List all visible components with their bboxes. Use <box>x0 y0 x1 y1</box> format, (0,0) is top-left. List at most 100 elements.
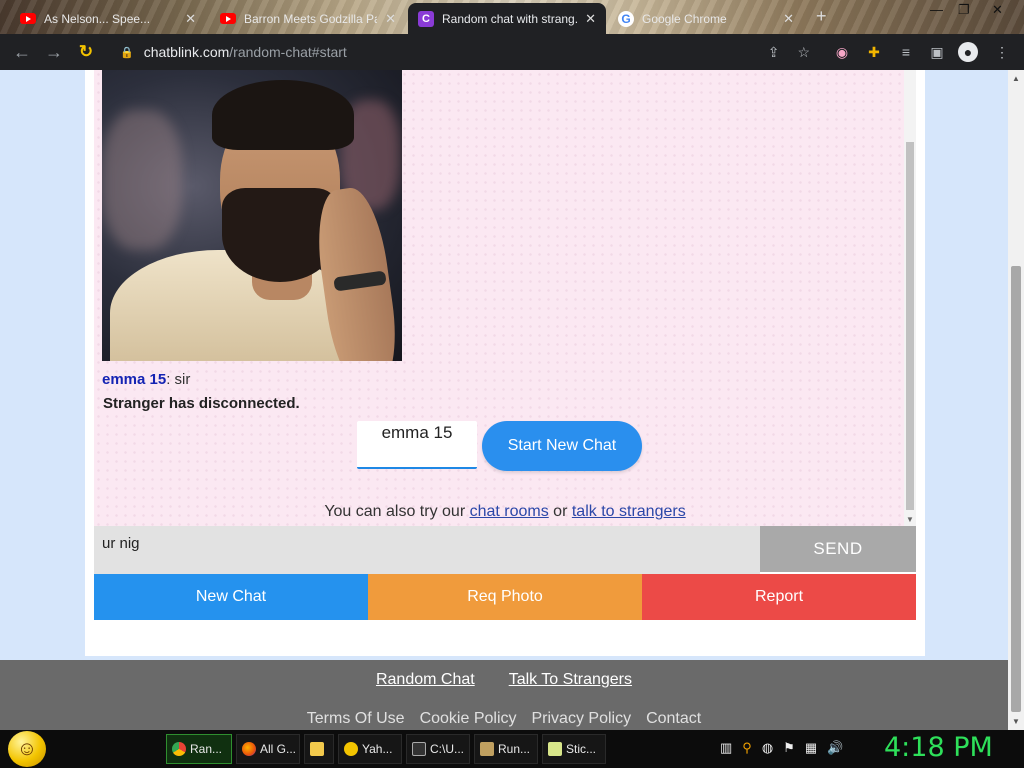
send-button[interactable]: SEND <box>760 526 916 572</box>
system-message: Stranger has disconnected. <box>103 395 300 412</box>
taskbar-clock[interactable]: 4:18 PM <box>884 732 993 763</box>
footer-link-talk-to-strangers[interactable]: Talk To Strangers <box>509 671 632 689</box>
chat-rooms-link[interactable]: chat rooms <box>470 503 549 520</box>
chat-scrollbar[interactable]: ▼ <box>904 70 916 526</box>
network-icon[interactable]: ▦ <box>805 740 817 756</box>
request-photo-button[interactable]: Req Photo <box>368 574 642 620</box>
volume-icon[interactable]: 🔊 <box>827 740 843 756</box>
forward-icon[interactable]: → <box>38 36 70 68</box>
extensions-puzzle-icon[interactable]: ✚ <box>864 42 884 62</box>
tab-random-chat[interactable]: C Random chat with strang... ✕ <box>408 3 606 34</box>
photo-bg-person <box>102 110 182 250</box>
sticky-notes-icon <box>548 742 562 756</box>
youtube-icon <box>20 13 36 24</box>
taskbar-item-explorer[interactable] <box>304 734 334 764</box>
close-tab-icon[interactable]: ✕ <box>185 11 196 27</box>
tray-app-icon[interactable]: ▥ <box>720 740 732 756</box>
close-tab-icon[interactable]: ✕ <box>585 11 596 27</box>
taskbar-item-cmd[interactable]: C:\U... <box>406 734 470 764</box>
report-button[interactable]: Report <box>642 574 916 620</box>
taskbar-item-label: Stic... <box>566 742 597 756</box>
page-scrollbar-thumb[interactable] <box>1011 266 1021 712</box>
tab-title: Random chat with strang... <box>442 11 578 26</box>
start-smiley-icon[interactable]: ☺ <box>8 731 46 767</box>
chat-log: emma 15: sir Stranger has disconnected. … <box>94 70 916 526</box>
chrome-icon <box>172 742 186 756</box>
talk-to-strangers-link[interactable]: talk to strangers <box>572 503 686 520</box>
taskbar-item-label: Yah... <box>362 742 393 756</box>
taskbar-item-chrome[interactable]: Ran... <box>166 734 232 764</box>
search-icon[interactable]: ⚲ <box>742 740 752 756</box>
alternatives-prefix: You can also try our <box>324 503 470 520</box>
share-icon[interactable]: ⇪ <box>768 44 780 61</box>
profile-avatar-icon[interactable]: ● <box>958 42 978 62</box>
new-chat-button[interactable]: New Chat <box>94 574 368 620</box>
taskbar-item-label: C:\U... <box>430 742 465 756</box>
alternatives-or: or <box>548 503 572 520</box>
message-sender: emma 15 <box>102 371 167 388</box>
extension-flag-icon[interactable]: ◉ <box>832 42 852 62</box>
tray-status-icon[interactable]: ◍ <box>762 740 773 756</box>
footer-link-terms[interactable]: Terms Of Use <box>307 710 405 728</box>
tab-google[interactable]: G Google Chrome ✕ <box>608 3 804 34</box>
shared-photo[interactable] <box>102 70 402 361</box>
photo-hair <box>212 80 354 150</box>
footer-link-contact[interactable]: Contact <box>646 710 701 728</box>
chat-scrollbar-thumb[interactable] <box>906 142 914 510</box>
url-path: /random-chat#start <box>229 44 347 60</box>
page-scrollbar[interactable]: ▲ ▼ <box>1008 70 1024 730</box>
url-domain: chatblink.com <box>143 44 230 60</box>
page-viewport: emma 15: sir Stranger has disconnected. … <box>0 70 1008 730</box>
close-tab-icon[interactable]: ✕ <box>783 11 794 27</box>
maximize-icon[interactable]: ❐ <box>958 2 970 18</box>
message-input[interactable]: ur nig <box>94 526 760 574</box>
close-tab-icon[interactable]: ✕ <box>385 11 396 27</box>
close-window-icon[interactable]: ✕ <box>992 2 1003 18</box>
tab-youtube-nelson[interactable]: As Nelson... Spee... ✕ <box>10 3 206 34</box>
taskbar-item-yahoo[interactable]: Yah... <box>338 734 402 764</box>
browser-tab-strip: As Nelson... Spee... ✕ Barron Meets Godz… <box>0 0 1024 34</box>
taskbar-item-sticky[interactable]: Stic... <box>542 734 606 764</box>
chatblink-icon: C <box>418 10 434 27</box>
minimize-icon[interactable]: — <box>930 2 943 17</box>
tray-flag-icon[interactable]: ⚑ <box>783 740 795 756</box>
message-text: : sir <box>166 371 191 388</box>
menu-kebab-icon[interactable]: ⋮ <box>992 42 1012 62</box>
bookmark-star-icon[interactable]: ☆ <box>797 44 810 61</box>
tab-title: Barron Meets Godzilla Pa... <box>244 11 378 26</box>
nickname-field[interactable]: emma 15 <box>357 421 477 469</box>
start-new-chat-button[interactable]: Start New Chat <box>482 421 642 471</box>
taskbar-item-label: Run... <box>498 742 531 756</box>
chat-card: emma 15: sir Stranger has disconnected. … <box>85 70 925 656</box>
system-tray: ▥ ⚲ ◍ ⚑ ▦ 🔊 <box>720 740 843 756</box>
chat-message: emma 15: sir <box>102 371 190 388</box>
folder-icon <box>310 742 324 756</box>
sidebar-icon[interactable]: ▣ <box>927 42 947 62</box>
back-icon[interactable]: ← <box>6 36 38 68</box>
taskbar-item-label: Ran... <box>190 742 223 756</box>
address-bar[interactable]: 🔒 chatblink.com/random-chat#start ⇪ ☆ <box>108 38 822 66</box>
taskbar-item-label: All G... <box>260 742 297 756</box>
scroll-up-icon[interactable]: ▲ <box>1012 74 1020 83</box>
google-icon: G <box>618 10 634 27</box>
alternatives-line: You can also try our chat rooms or talk … <box>94 503 916 521</box>
console-icon <box>412 742 426 756</box>
yahoo-smiley-icon <box>344 742 358 756</box>
site-footer: Random Chat Talk To Strangers Terms Of U… <box>0 660 1008 730</box>
tab-title: As Nelson... Spee... <box>44 11 151 26</box>
tab-youtube-barron[interactable]: Barron Meets Godzilla Pa... ✕ <box>210 3 406 34</box>
new-tab-button[interactable]: + <box>816 6 827 27</box>
scroll-down-icon[interactable]: ▼ <box>906 515 914 524</box>
taskbar-item-firefox[interactable]: All G... <box>236 734 300 764</box>
tab-title: Google Chrome <box>642 11 727 26</box>
footer-link-cookies[interactable]: Cookie Policy <box>420 710 517 728</box>
lock-icon: 🔒 <box>120 46 134 59</box>
media-queue-icon[interactable]: ≡ <box>896 42 916 62</box>
taskbar-item-run[interactable]: Run... <box>474 734 538 764</box>
chat-actions: New Chat Req Photo Report <box>94 574 916 620</box>
reload-icon[interactable]: ↻ <box>70 36 102 68</box>
firefox-icon <box>242 742 256 756</box>
scroll-down-icon[interactable]: ▼ <box>1012 717 1020 726</box>
footer-link-random-chat[interactable]: Random Chat <box>376 671 475 689</box>
footer-link-privacy[interactable]: Privacy Policy <box>532 710 632 728</box>
